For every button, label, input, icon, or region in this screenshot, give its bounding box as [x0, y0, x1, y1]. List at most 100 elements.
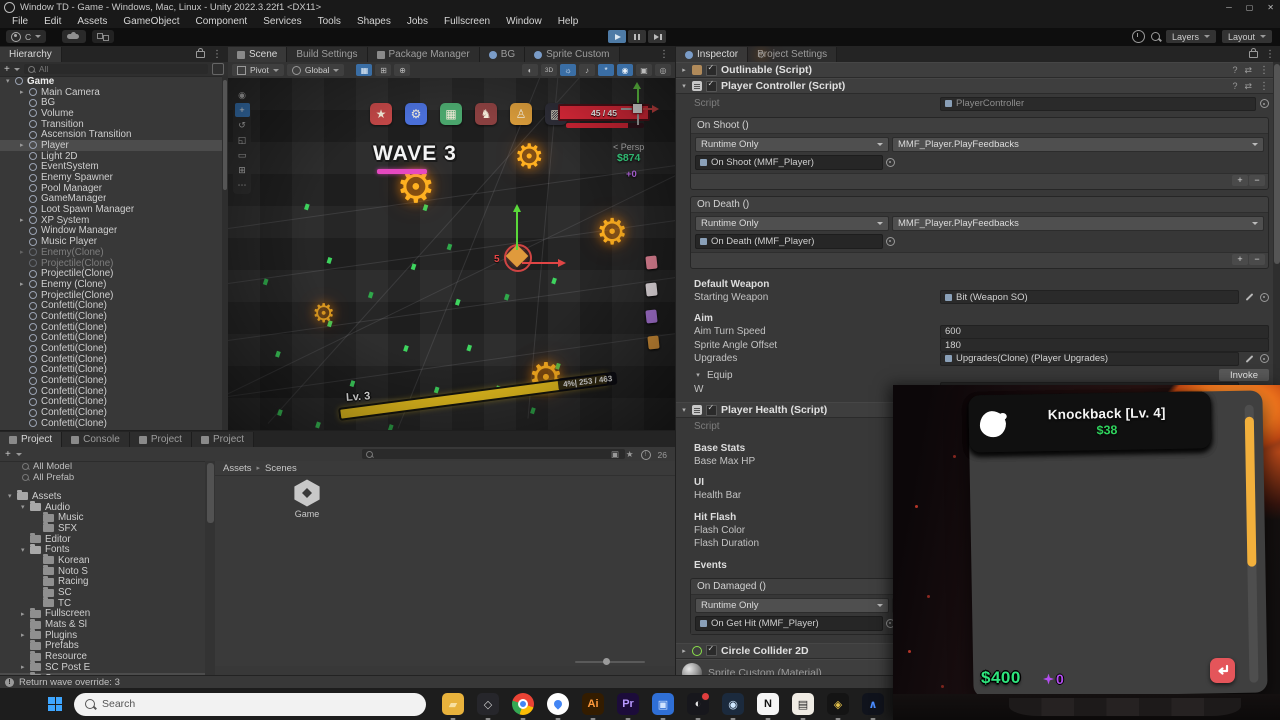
project-folder-item[interactable]: Music	[0, 512, 205, 523]
play-button[interactable]	[608, 30, 626, 43]
fold-arrow-icon[interactable]: ▾	[680, 82, 688, 90]
search-by-type-icon[interactable]	[611, 449, 619, 460]
project-folder-item[interactable]: TC	[0, 598, 205, 609]
taskbar-app-button[interactable]	[510, 691, 536, 717]
menu-item[interactable]: Services	[255, 16, 309, 27]
account-button[interactable]: C	[6, 30, 46, 43]
tab-bg[interactable]: BG	[480, 47, 525, 62]
expand-arrow-icon[interactable]: ▸	[21, 631, 30, 639]
invoke-button[interactable]: Invoke	[1219, 369, 1269, 381]
menu-item[interactable]: Assets	[69, 16, 115, 27]
start-button[interactable]	[42, 691, 68, 717]
effects-dropdown[interactable]	[598, 64, 614, 76]
tab-project-3[interactable]: Project	[192, 432, 254, 447]
hierarchy-item[interactable]: Confetti(Clone)	[0, 418, 222, 429]
hierarchy-item[interactable]: Projectile(Clone)	[0, 268, 222, 279]
tab-build-settings[interactable]: Build Settings	[287, 47, 367, 62]
taskbar-app-button[interactable]: ▰	[440, 691, 466, 717]
close-icon[interactable]	[1267, 3, 1274, 12]
thumbnail-zoom-slider[interactable]	[575, 661, 645, 663]
menu-item[interactable]: Help	[550, 16, 587, 27]
object-picker-icon[interactable]	[1260, 293, 1269, 302]
shading-mode-dropdown[interactable]	[522, 64, 538, 76]
taskbar-app-button[interactable]: N	[755, 691, 781, 717]
enabled-checkbox[interactable]	[706, 65, 717, 76]
event-method-dropdown[interactable]: MMF_Player.PlayFeedbacks	[892, 216, 1264, 231]
2d-toggle-button[interactable]	[541, 64, 557, 76]
snap-increment-button[interactable]	[394, 64, 410, 76]
project-folder-item[interactable]: ▸ Fullscreen	[0, 609, 205, 620]
hierarchy-item[interactable]: BG	[0, 97, 222, 108]
tab-package-manager[interactable]: Package Manager	[368, 47, 480, 62]
lock-icon[interactable]	[196, 51, 205, 58]
create-dropdown-icon[interactable]	[16, 453, 22, 456]
tab-project-2[interactable]: Project	[130, 432, 192, 447]
remove-event-button[interactable]: −	[1249, 254, 1265, 265]
tab-inspector[interactable]: Inspector	[676, 47, 748, 62]
project-search-input[interactable]	[362, 449, 625, 459]
project-folder-item[interactable]: ▾ Fonts	[0, 544, 205, 555]
hierarchy-item[interactable]: Confetti(Clone)	[0, 333, 222, 344]
hierarchy-item[interactable]: Volume	[0, 108, 222, 119]
favorite-search-item[interactable]: All Model	[0, 461, 205, 472]
edit-pen-icon[interactable]	[1246, 293, 1254, 301]
menu-item[interactable]: GameObject	[115, 16, 187, 27]
fold-arrow-icon[interactable]: ▸	[680, 647, 688, 655]
expand-arrow-icon[interactable]: ▸	[21, 610, 30, 618]
hierarchy-item[interactable]: Confetti(Clone)	[0, 311, 222, 322]
hierarchy-item[interactable]: Music Player	[0, 236, 222, 247]
add-event-button[interactable]: +	[1232, 175, 1248, 186]
hierarchy-item[interactable]: Projectile(Clone)	[0, 258, 222, 269]
expand-arrow-icon[interactable]: ▾	[6, 77, 15, 85]
hierarchy-item[interactable]: ▸ Enemy (Clone)	[0, 279, 222, 290]
menu-item[interactable]: Tools	[310, 16, 349, 27]
taskbar-app-button[interactable]: ▤	[790, 691, 816, 717]
project-folder-item[interactable]: Racing	[0, 577, 205, 588]
component-header-player-controller[interactable]: ▾ Player Controller (Script)	[676, 78, 1273, 94]
menu-item[interactable]: Jobs	[399, 16, 436, 27]
hierarchy-item[interactable]: Transition	[0, 119, 222, 130]
pivot-dropdown[interactable]: Pivot	[232, 64, 284, 76]
object-picker-icon[interactable]	[1260, 354, 1269, 363]
hierarchy-item[interactable]: Enemy Spawner	[0, 172, 222, 183]
project-tree-scrollbar[interactable]	[205, 461, 215, 676]
event-mode-dropdown[interactable]: Runtime Only	[695, 137, 889, 152]
step-button[interactable]	[648, 30, 666, 43]
info-icon[interactable]: !	[641, 450, 651, 460]
hidden-objects-button[interactable]	[617, 64, 633, 76]
hierarchy-item[interactable]: ▸ Enemy(Clone)	[0, 247, 222, 258]
project-folder-item[interactable]: Korean	[0, 555, 205, 566]
undo-history-icon[interactable]	[1132, 30, 1145, 43]
grid-visibility-button[interactable]	[356, 64, 372, 76]
hierarchy-item[interactable]: Confetti(Clone)	[0, 300, 222, 311]
hierarchy-item[interactable]: ▸ Main Camera	[0, 87, 222, 98]
taskbar-app-button[interactable]: ◈	[825, 691, 851, 717]
taskbar-search-input[interactable]: Search	[74, 693, 426, 716]
enabled-checkbox[interactable]	[706, 81, 717, 92]
hierarchy-item[interactable]: Loot Spawn Manager	[0, 204, 222, 215]
project-folder-item[interactable]: Prefabs	[0, 641, 205, 652]
menu-item[interactable]: Shapes	[349, 16, 399, 27]
hierarchy-item[interactable]: Light 2D	[0, 151, 222, 162]
project-folder-item[interactable]: ▾ Audio	[0, 502, 205, 513]
hierarchy-item[interactable]: GameManager	[0, 194, 222, 205]
global-dropdown[interactable]: Global	[287, 64, 345, 76]
hierarchy-item[interactable]: Confetti(Clone)	[0, 365, 222, 376]
object-picker-icon[interactable]	[886, 237, 895, 246]
taskbar-app-button[interactable]: ∧	[860, 691, 886, 717]
taskbar-app-button[interactable]: ▣	[650, 691, 676, 717]
hierarchy-item[interactable]: ▸ XP System	[0, 215, 222, 226]
expand-arrow-icon[interactable]: ▾	[8, 492, 17, 500]
tab-project-1[interactable]: Project	[0, 432, 62, 447]
search-icon[interactable]	[1151, 32, 1160, 41]
presets-icon[interactable]	[1244, 81, 1252, 92]
hierarchy-item[interactable]: Ascension Transition	[0, 129, 222, 140]
sprite-angle-offset-input[interactable]: 180	[940, 338, 1269, 352]
project-folder-item[interactable]: Editor	[0, 534, 205, 545]
minimize-icon[interactable]	[1226, 3, 1232, 12]
aim-turn-speed-input[interactable]: 600	[940, 325, 1269, 339]
tab-sprite-custom[interactable]: Sprite Custom	[525, 47, 619, 62]
upgrade-scrollbar-thumb[interactable]	[1245, 417, 1257, 567]
kebab-menu-icon[interactable]	[1265, 46, 1275, 62]
hierarchy-search-input[interactable]: All	[24, 64, 208, 74]
